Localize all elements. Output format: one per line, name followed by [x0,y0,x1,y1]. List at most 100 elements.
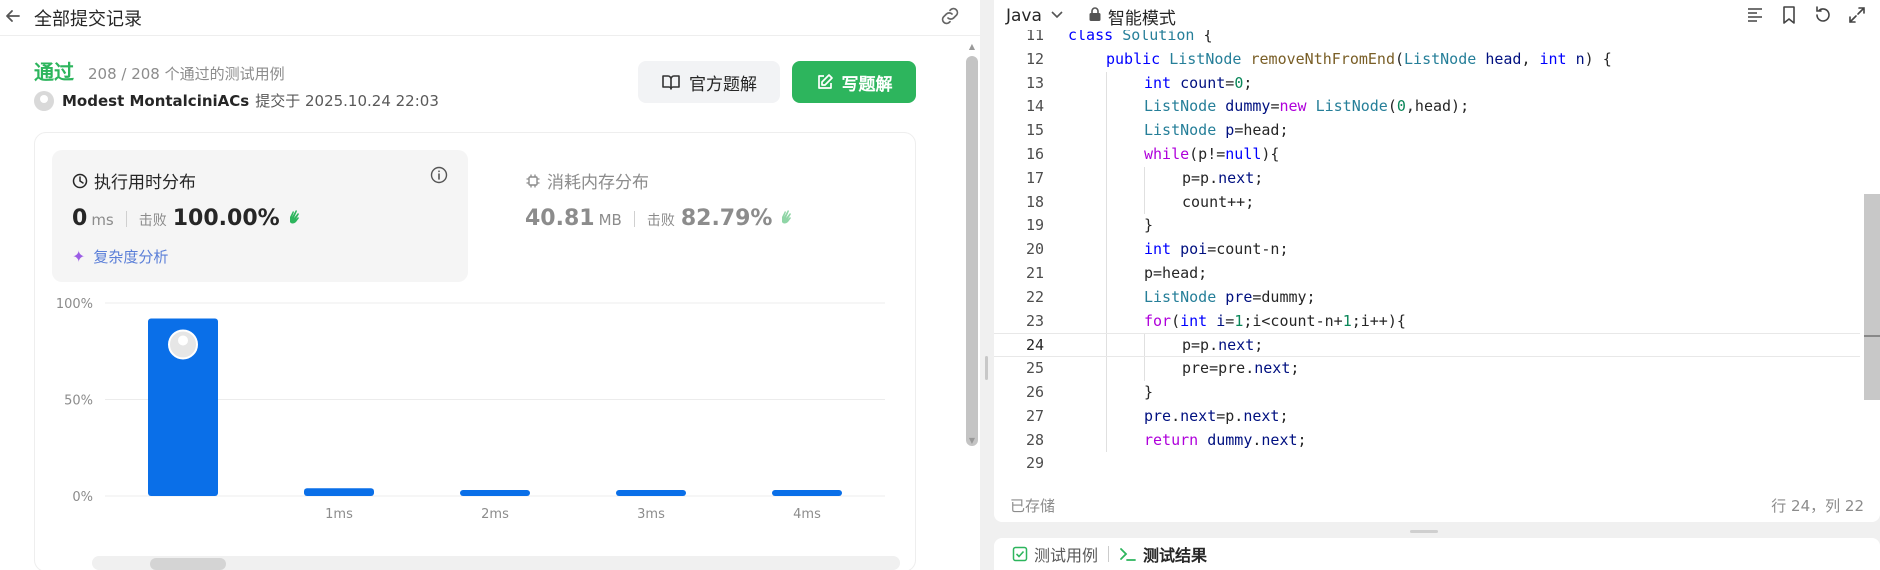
indent-guide [1106,334,1107,357]
indent-guide [1106,142,1107,167]
code-text: public ListNode removeNthFromEnd(ListNod… [1106,49,1612,68]
indent-guide [1106,166,1107,191]
editor-toolbar: Java 智能模式 [994,0,1880,32]
code-line[interactable]: 18 count++; [994,190,1860,215]
status-badge: 通过 [34,60,74,84]
code-line[interactable]: 28 return dummy.next; [994,428,1860,453]
official-solution-label: 官方题解 [689,74,757,95]
indent-guide [1106,95,1107,120]
official-solution-button[interactable]: 官方题解 [638,61,780,103]
bottom-resizer-grip[interactable] [1410,530,1438,533]
tab-separator [1108,546,1110,562]
author-row: Modest MontalciniACs 提交于 2025.10.24 22:0… [34,90,439,111]
bar-4ms[interactable] [772,490,842,496]
code-line[interactable]: 17 p=p.next; [994,166,1860,191]
code-text: ListNode pre=dummy; [1144,287,1316,306]
code-line[interactable]: 23 for(int i=1;i<count-n+1;i++){ [994,309,1860,334]
memory-tab[interactable]: 消耗内存分布 40.81 MB 击败 82.79% [505,150,905,282]
line-number: 16 [1025,144,1044,163]
indent-guide [1144,190,1145,215]
code-text: return dummy.next; [1144,430,1307,449]
language-label: Java [1006,6,1042,26]
arrow-left-icon[interactable] [4,6,28,30]
panel-resizer[interactable] [980,0,994,570]
indent-guide [1106,285,1107,310]
indent-guide [1106,261,1107,286]
expand-icon[interactable] [1846,4,1868,26]
tab-testresult[interactable]: 测试结果 [1119,542,1207,566]
bookmark-icon[interactable] [1778,4,1800,26]
sparkle-icon: ✦ [72,247,86,266]
lock-icon [1088,6,1102,27]
line-number: 24 [1025,336,1044,355]
indent-guide [1106,404,1107,429]
scroll-down-arrow[interactable]: ▼ [966,436,978,446]
complexity-analysis-link[interactable]: ✦ 复杂度分析 [72,246,168,267]
y-tick-label: 0% [72,490,93,505]
mode-label: 智能模式 [1107,8,1176,29]
bar-3ms[interactable] [616,490,686,496]
horizontal-scrollbar[interactable] [92,556,900,570]
tab-testcases[interactable]: 测试用例 [1012,542,1098,566]
y-tick-label: 50% [64,394,93,409]
info-icon[interactable] [430,166,448,188]
editor-scrollbar[interactable] [1864,32,1880,512]
indent-guide [1106,119,1107,143]
write-solution-button[interactable]: 写题解 [792,61,916,103]
bar-2ms[interactable] [460,490,530,496]
runtime-beat-pct: 100.00% [172,206,280,231]
code-line[interactable]: 16 while(p!=null){ [994,142,1860,167]
avatar[interactable] [34,90,54,111]
chip-icon [526,174,540,187]
code-line[interactable]: 26} [994,380,1860,405]
save-status: 已存储 [1010,496,1056,515]
code-line[interactable]: 22 ListNode pre=dummy; [994,285,1860,310]
code-line[interactable]: 20 int poi=count-n; [994,238,1860,262]
runtime-tab[interactable]: 执行用时分布 0 ms 击败 100.00% ✦ 复杂度分析 [52,150,468,282]
indent-guide [1106,309,1107,334]
cursor-position: 行 24，列 22 [1771,496,1864,515]
code-line[interactable]: 15 ListNode p=head; [994,119,1860,143]
line-number: 11 [1025,30,1044,44]
runtime-title-row: 执行用时分布 [72,168,196,193]
link-icon[interactable] [938,4,964,30]
code-line[interactable]: 25 pre=pre.next; [994,357,1860,381]
code-line[interactable]: 19} [994,214,1860,239]
author-name[interactable]: Modest MontalciniACs [62,92,249,110]
code-line[interactable]: 21 p=head; [994,261,1860,286]
code-line[interactable]: 14 ListNode dummy=new ListNode(0,head); [994,95,1860,120]
reset-icon[interactable] [1812,4,1834,26]
vertical-scrollbar[interactable] [966,56,978,446]
avatar-head [178,335,188,346]
code-text: while(p!=null){ [1144,144,1280,163]
code-line[interactable]: 12 public ListNode removeNthFromEnd(ListN… [994,48,1860,72]
code-text: pre=pre.next; [1182,359,1300,378]
code-line[interactable]: 24 p=p.next; [994,333,1860,358]
format-icon[interactable] [1744,4,1766,26]
editor-toolbar-icons [1744,4,1868,26]
editor-scroll-thumb[interactable] [1864,194,1880,400]
language-select[interactable]: Java [1006,6,1064,26]
memory-title: 消耗内存分布 [547,173,649,193]
code-text: count++; [1182,192,1255,211]
mode-toggle[interactable]: 智能模式 [1088,4,1176,29]
test-panel-tabs: 测试用例 测试结果 [994,538,1880,570]
code-line[interactable]: 13 int count=0; [994,71,1860,96]
scroll-up-arrow[interactable]: ▲ [966,42,978,52]
bar-1ms[interactable] [304,488,374,496]
resizer-grip[interactable] [985,356,988,380]
code-line[interactable]: 27 pre.next=p.next; [994,404,1860,429]
code-area[interactable]: 11 class Solution {12 public ListNode remo… [994,30,1860,470]
page-title[interactable]: 全部提交记录 [34,5,142,31]
line-number: 13 [1025,73,1044,92]
line-number: 27 [1025,406,1044,425]
indent-guide [1106,357,1107,381]
code-text: } [1144,382,1154,401]
terminal-icon [1120,548,1136,561]
horizontal-scroll-thumb[interactable] [150,558,226,570]
code-text: p=head; [1144,263,1208,282]
code-line[interactable]: 11 class Solution { [994,30,1860,48]
clap-hands-icon [778,207,796,230]
code-line[interactable]: 29 [994,452,1860,470]
line-number: 28 [1025,430,1044,449]
